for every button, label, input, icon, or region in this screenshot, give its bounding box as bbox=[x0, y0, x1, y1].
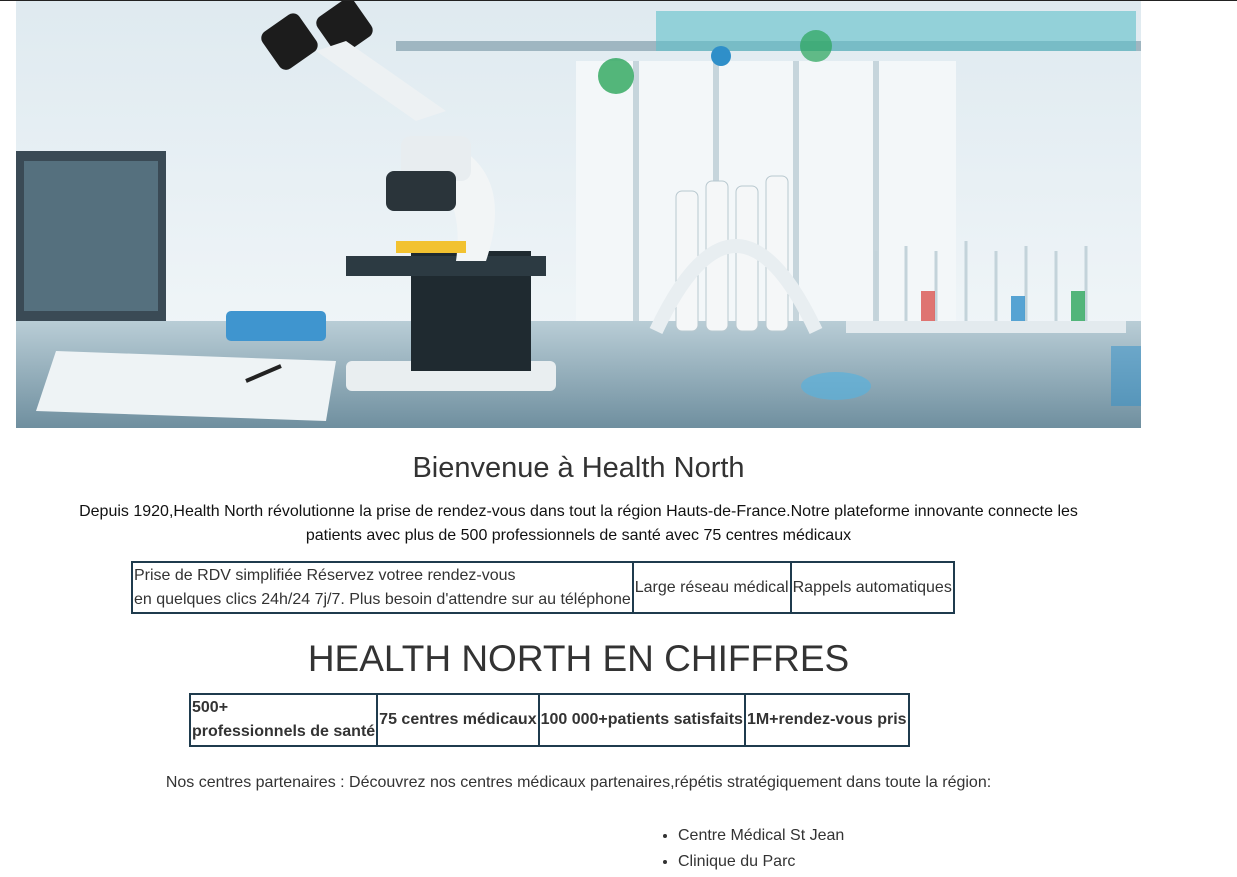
stat-text: 1M+rendez-vous pris bbox=[746, 711, 907, 728]
hero-image bbox=[16, 1, 1141, 428]
stat-text: 75 centres médicaux bbox=[379, 711, 537, 728]
partners-intro: Nos centres partenaires : Découvrez nos … bbox=[165, 774, 992, 791]
feature-title: Prise de RDV simplifiée Réservez votree … bbox=[134, 566, 516, 584]
feature-cell: Prise de RDV simplifiée Réservez votree … bbox=[131, 561, 634, 614]
stat-text: 100 000+patients satisfaits bbox=[540, 711, 743, 728]
feature-description: en quelques clics 24h/24 7j/7. Plus beso… bbox=[134, 590, 631, 608]
feature-cell: Rappels automatiques bbox=[789, 561, 955, 614]
stat-cell: 1M+rendez-vous pris bbox=[743, 693, 910, 747]
stat-value: 500+ bbox=[192, 699, 229, 716]
welcome-title: Bienvenue à Health North bbox=[412, 452, 745, 484]
features-table: Prise de RDV simplifiée Réservez votree … bbox=[131, 561, 955, 614]
stat-label: professionnels de santé bbox=[192, 723, 376, 740]
centers-list: Centre Médical St Jean Clinique du Parc bbox=[660, 823, 844, 875]
list-item: Clinique du Parc bbox=[678, 849, 844, 875]
stats-title: HEALTH NORTH EN CHIFFRES bbox=[307, 638, 850, 679]
laboratory-illustration bbox=[16, 1, 1141, 428]
stat-cell: 500+ professionnels de santé bbox=[188, 693, 379, 747]
stat-cell: 75 centres médicaux bbox=[376, 693, 540, 747]
stat-cell: 100 000+patients satisfaits bbox=[537, 693, 746, 747]
feature-cell: Large réseau médical bbox=[631, 561, 792, 614]
features-row: Prise de RDV simplifiée Réservez votree … bbox=[131, 561, 955, 614]
list-item: Centre Médical St Jean bbox=[678, 823, 844, 849]
feature-title: Rappels automatiques bbox=[792, 578, 952, 596]
intro-paragraph: Depuis 1920,Health North révolutionne la… bbox=[79, 503, 1078, 544]
stats-table: 500+ professionnels de santé 75 centres … bbox=[188, 693, 910, 747]
stats-row: 500+ professionnels de santé 75 centres … bbox=[188, 693, 910, 747]
feature-title: Large réseau médical bbox=[634, 578, 789, 596]
